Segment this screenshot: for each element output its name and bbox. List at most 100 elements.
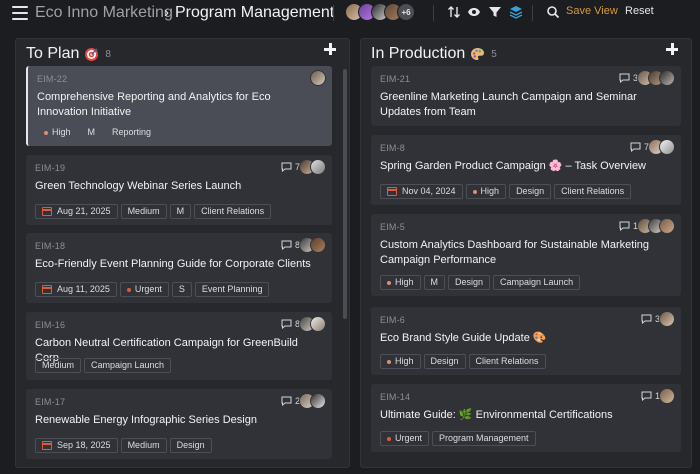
label-tag[interactable]: Program Management [432,431,536,446]
due-date-tag[interactable]: Sep 18, 2025 [35,438,118,453]
task-card[interactable]: EIM-16 8 Carbon Neutral Certification Ca… [26,312,332,380]
breadcrumb-parent[interactable]: Eco Inno Marketing [35,3,173,23]
due-date-tag[interactable]: Aug 21, 2025 [35,204,118,219]
card-meta: 3 [641,311,675,327]
card-title: Spring Garden Product Campaign 🌸 – Task … [380,160,647,172]
avatar[interactable] [659,218,675,234]
due-date-tag[interactable]: Aug 11, 2025 [35,282,117,297]
column-header: To Plan 8 [26,43,111,65]
comment-icon [630,142,641,152]
card-meta [310,70,326,86]
add-card-button[interactable] [665,42,679,56]
avatar[interactable] [310,393,326,409]
priority-tag[interactable]: Medium [35,358,82,373]
comment-count: 3 [619,73,638,83]
card-tags: Urgent Program Management [380,431,536,446]
priority-tag[interactable]: Urgent [119,282,169,297]
priority-tag[interactable]: High [380,275,421,290]
task-card[interactable]: EIM-14 1 Ultimate Guide: 🌿 Environmental… [371,384,681,452]
card-meta: 2 [281,393,326,409]
size-tag[interactable]: M [169,204,192,219]
filter-icon[interactable] [488,5,502,19]
target-icon [84,47,99,62]
priority-tag[interactable]: Medium [120,204,167,219]
label-tag[interactable]: Campaign Launch [84,358,172,373]
card-meta: 1 [619,218,675,234]
label-tag[interactable]: Design [448,275,491,290]
priority-tag[interactable]: High [380,354,421,369]
sort-icon[interactable] [447,5,461,19]
add-card-button[interactable] [323,42,337,56]
avatar[interactable] [659,388,675,404]
card-id: EIM-22 [37,74,68,84]
card-title: Eco-Friendly Event Planning Guide for Co… [35,258,311,270]
card-title: Green Technology Webinar Series Launch [35,180,242,192]
more-members-badge[interactable]: +6 [397,3,415,21]
page-title: Program Management [175,4,335,21]
divider [532,5,533,21]
avatar[interactable] [310,316,326,332]
comment-count: 2 [281,396,300,406]
task-card[interactable]: EIM-18 8 Eco-Friendly Event Planning Gui… [26,233,332,303]
task-card[interactable]: EIM-8 7 Spring Garden Product Campaign 🌸… [371,135,681,205]
card-id: EIM-19 [35,163,66,173]
comment-count: 1 [641,391,660,401]
label-tag[interactable]: Client Relations [468,354,546,369]
save-view-button[interactable]: Save View [566,5,618,17]
task-card[interactable]: EIM-17 2 Renewable Energy Infographic Se… [26,389,332,459]
avatar[interactable] [310,70,326,86]
label-tag[interactable]: Design [423,354,466,369]
card-id: EIM-5 [380,222,406,232]
priority-tag[interactable]: High [465,184,507,199]
scrollbar[interactable] [343,69,347,319]
comment-icon [281,240,292,250]
card-id: EIM-17 [35,397,66,407]
card-tags: Aug 21, 2025 Medium M Client Relations [35,204,272,219]
task-card[interactable]: EIM-5 1 Custom Analytics Dashboard for S… [371,214,681,296]
comment-count: 8 [281,240,300,250]
avatar[interactable] [659,311,675,327]
palette-icon [470,47,485,62]
card-title: Renewable Energy Infographic Series Desi… [35,414,257,426]
divider [433,5,434,21]
comment-icon [619,73,630,83]
card-title: Greenline Marketing Launch Campaign and … [380,91,637,118]
label-tag[interactable]: Reporting [105,125,159,140]
eye-icon[interactable] [467,5,481,19]
card-meta: 3 [619,70,675,86]
size-tag[interactable]: S [171,282,192,297]
label-tag[interactable]: Client Relations [554,184,632,199]
search-icon[interactable] [546,5,560,19]
layers-icon[interactable] [509,5,523,19]
label-tag[interactable]: Client Relations [194,204,272,219]
avatar[interactable] [659,70,675,86]
calendar-icon [387,187,397,196]
task-card[interactable]: EIM-21 3 Greenline Marketing Launch Camp… [371,66,681,126]
priority-tag[interactable]: Medium [120,438,167,453]
column-title: To Plan [26,45,80,62]
task-card[interactable]: EIM-22 Comprehensive Reporting and Analy… [26,66,332,146]
avatar[interactable] [310,159,326,175]
card-tags: Sep 18, 2025 Medium Design [35,438,212,453]
task-card[interactable]: EIM-19 7 Green Technology Webinar Series… [26,155,332,225]
priority-tag[interactable]: High [37,125,78,140]
comment-icon [281,162,292,172]
card-title: Ultimate Guide: 🌿 Environmental Certific… [380,409,613,421]
due-date-tag[interactable]: Nov 04, 2024 [380,184,463,199]
label-tag[interactable]: Campaign Launch [493,275,581,290]
menu-icon[interactable] [12,6,28,20]
label-tag[interactable]: Design [509,184,552,199]
column-count: 5 [491,48,497,60]
task-card[interactable]: EIM-6 3 Eco Brand Style Guide Update 🎨 H… [371,307,681,375]
label-tag[interactable]: Event Planning [194,282,270,297]
avatar[interactable] [310,237,326,253]
avatar[interactable] [659,139,675,155]
comment-count: 7 [630,142,649,152]
size-tag[interactable]: M [80,125,103,140]
member-avatars[interactable]: +6 [345,3,415,23]
card-id: EIM-14 [380,392,411,402]
size-tag[interactable]: M [423,275,446,290]
reset-button[interactable]: Reset [625,5,654,17]
label-tag[interactable]: Design [169,438,212,453]
priority-tag[interactable]: Urgent [380,431,430,446]
